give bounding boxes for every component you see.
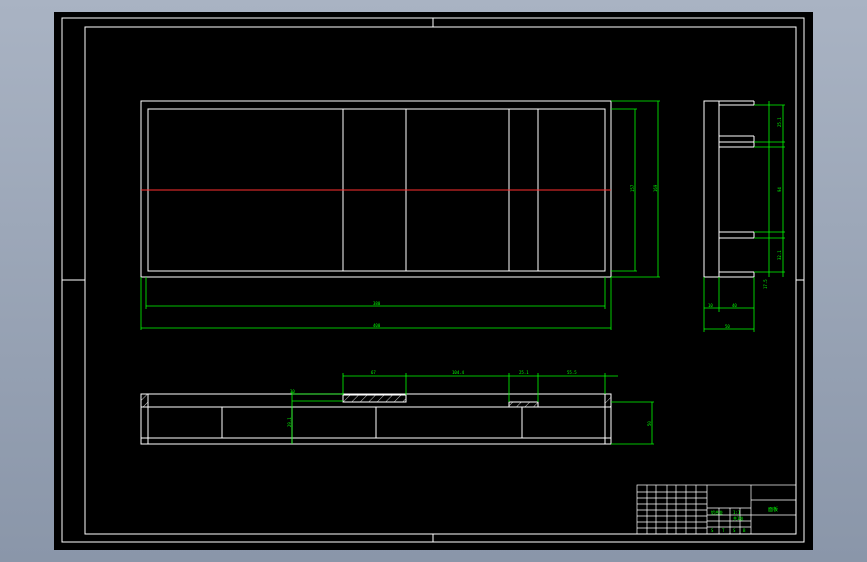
title-sheet: 共1张 [733,515,743,521]
title-footer-letter: B [743,528,746,533]
title-drawing-name: 面板 [768,506,778,513]
hatched-end-right [604,393,612,408]
side-view [703,100,755,278]
dim-side-w2: 40 [732,303,737,308]
dim-top-left-h: 30 [290,389,295,394]
dim-top-seg3: 25.1 [519,370,529,375]
title-footer-letter: S [711,528,714,533]
front-dimensions [140,100,660,330]
outer-border [61,17,805,543]
hatched-profile-right [508,401,539,408]
dim-side-t2: 32.1 [777,250,782,260]
dim-front-outer-width: 400 [373,323,381,328]
dim-top-height: 50 [647,421,652,426]
dim-top-seg2: 104.4 [452,370,465,375]
dim-side-t1: 25.1 [777,117,782,127]
dim-front-inner-height: 157 [630,184,635,192]
dim-side-w1: 10 [708,303,713,308]
front-view [140,100,612,278]
dim-top-inner-h: 29.1 [287,417,292,427]
dim-front-inner-width: 380 [373,301,381,306]
side-outer-rect [703,100,720,278]
inner-frame [84,26,797,535]
cad-drawing: 380 400 157 169 25.1 94 32.1 17.5 10 40 … [61,17,805,543]
title-footer-letter: S [733,528,736,533]
title-material: 铝合金 [711,509,723,515]
title-footer-letter: T [722,528,725,533]
hatched-profile-left [342,394,407,403]
top-dimensions [291,373,654,445]
dim-side-w3: 50 [725,324,730,329]
dim-side-bot: 17.5 [763,279,768,289]
top-view [140,393,612,445]
dim-front-outer-height: 169 [653,184,658,192]
dim-top-seg4: 55.5 [567,370,577,375]
dim-side-mid: 94 [777,187,782,192]
title-scale: 1:1 [733,510,741,515]
front-outer-rect [140,100,612,278]
sheet-frame [61,17,805,543]
cad-drawing-viewport[interactable]: 380 400 157 169 25.1 94 32.1 17.5 10 40 … [54,12,813,550]
dim-top-seg1: 67 [371,370,376,375]
hatched-end-left [140,393,149,408]
